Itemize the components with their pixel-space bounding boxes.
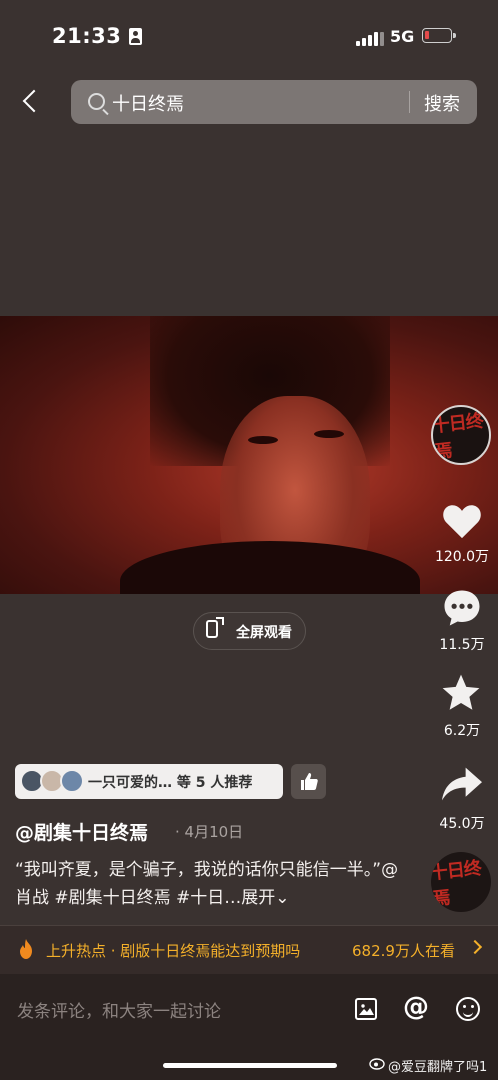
video-eye-right <box>314 430 344 438</box>
comment-count: 11.5万 <box>439 637 485 653</box>
battery-icon <box>422 28 456 43</box>
watermark-text: @爱豆翻牌了吗1 <box>388 1060 488 1075</box>
creator-avatar[interactable]: 十日终焉 <box>431 405 491 465</box>
drama-logo-icon: 十日终焉 <box>431 410 484 463</box>
back-button[interactable] <box>14 82 50 122</box>
comment-input[interactable]: 发条评论，和大家一起讨论 <box>17 997 221 1022</box>
fire-icon <box>20 939 32 959</box>
hot-topic-text: 上升热点 · 剧版十日终焉能达到预期吗 <box>46 942 301 960</box>
signal-icon <box>356 30 384 46</box>
drama-logo-icon: 十日终焉 <box>431 857 482 910</box>
music-disc[interactable]: 十日终焉 <box>431 852 491 912</box>
status-time: 21:33 <box>52 24 143 48</box>
search-query[interactable]: 十日终焉 <box>112 90 184 116</box>
recommender-avatar <box>60 769 84 793</box>
share-count: 45.0万 <box>439 816 485 832</box>
video-player[interactable] <box>0 316 498 594</box>
rotate-screen-icon <box>206 617 224 638</box>
image-glyph <box>359 1004 374 1015</box>
fullscreen-label: 全屏观看 <box>236 625 292 641</box>
like-count: 120.0万 <box>434 549 490 565</box>
emoji-icon[interactable] <box>456 997 480 1021</box>
recommend-text: 一只可爱的… 等 5 人推荐 <box>88 775 253 791</box>
comment-icon[interactable] <box>441 587 483 629</box>
share-icon[interactable] <box>440 764 484 804</box>
thumbs-up-button[interactable] <box>291 764 326 799</box>
favorite-star-icon[interactable] <box>440 672 482 714</box>
network-label: 5G <box>390 27 415 46</box>
weibo-watermark-icon <box>369 1058 385 1070</box>
video-eye-left <box>248 436 278 444</box>
mention-icon[interactable]: @ <box>403 992 429 1022</box>
search-button[interactable]: 搜索 <box>424 90 460 116</box>
post-caption[interactable]: “我叫齐夏，是个骗子，我说的话你只能信一半。”@肖战 #剧集十日终焉 #十日…展… <box>15 856 405 912</box>
like-icon[interactable] <box>440 500 484 540</box>
search-icon <box>88 93 105 110</box>
search-divider <box>409 91 410 113</box>
hot-viewer-count: 682.9万人在看 <box>352 942 455 960</box>
post-date: · 4月10日 <box>175 823 244 841</box>
person-icon <box>129 27 143 45</box>
home-indicator <box>163 1063 337 1068</box>
author-name[interactable]: @剧集十日终焉 <box>15 818 148 845</box>
favorite-count: 6.2万 <box>443 723 481 739</box>
video-shoulders <box>120 541 420 594</box>
clock-text: 21:33 <box>52 24 122 48</box>
image-icon[interactable] <box>355 998 377 1020</box>
